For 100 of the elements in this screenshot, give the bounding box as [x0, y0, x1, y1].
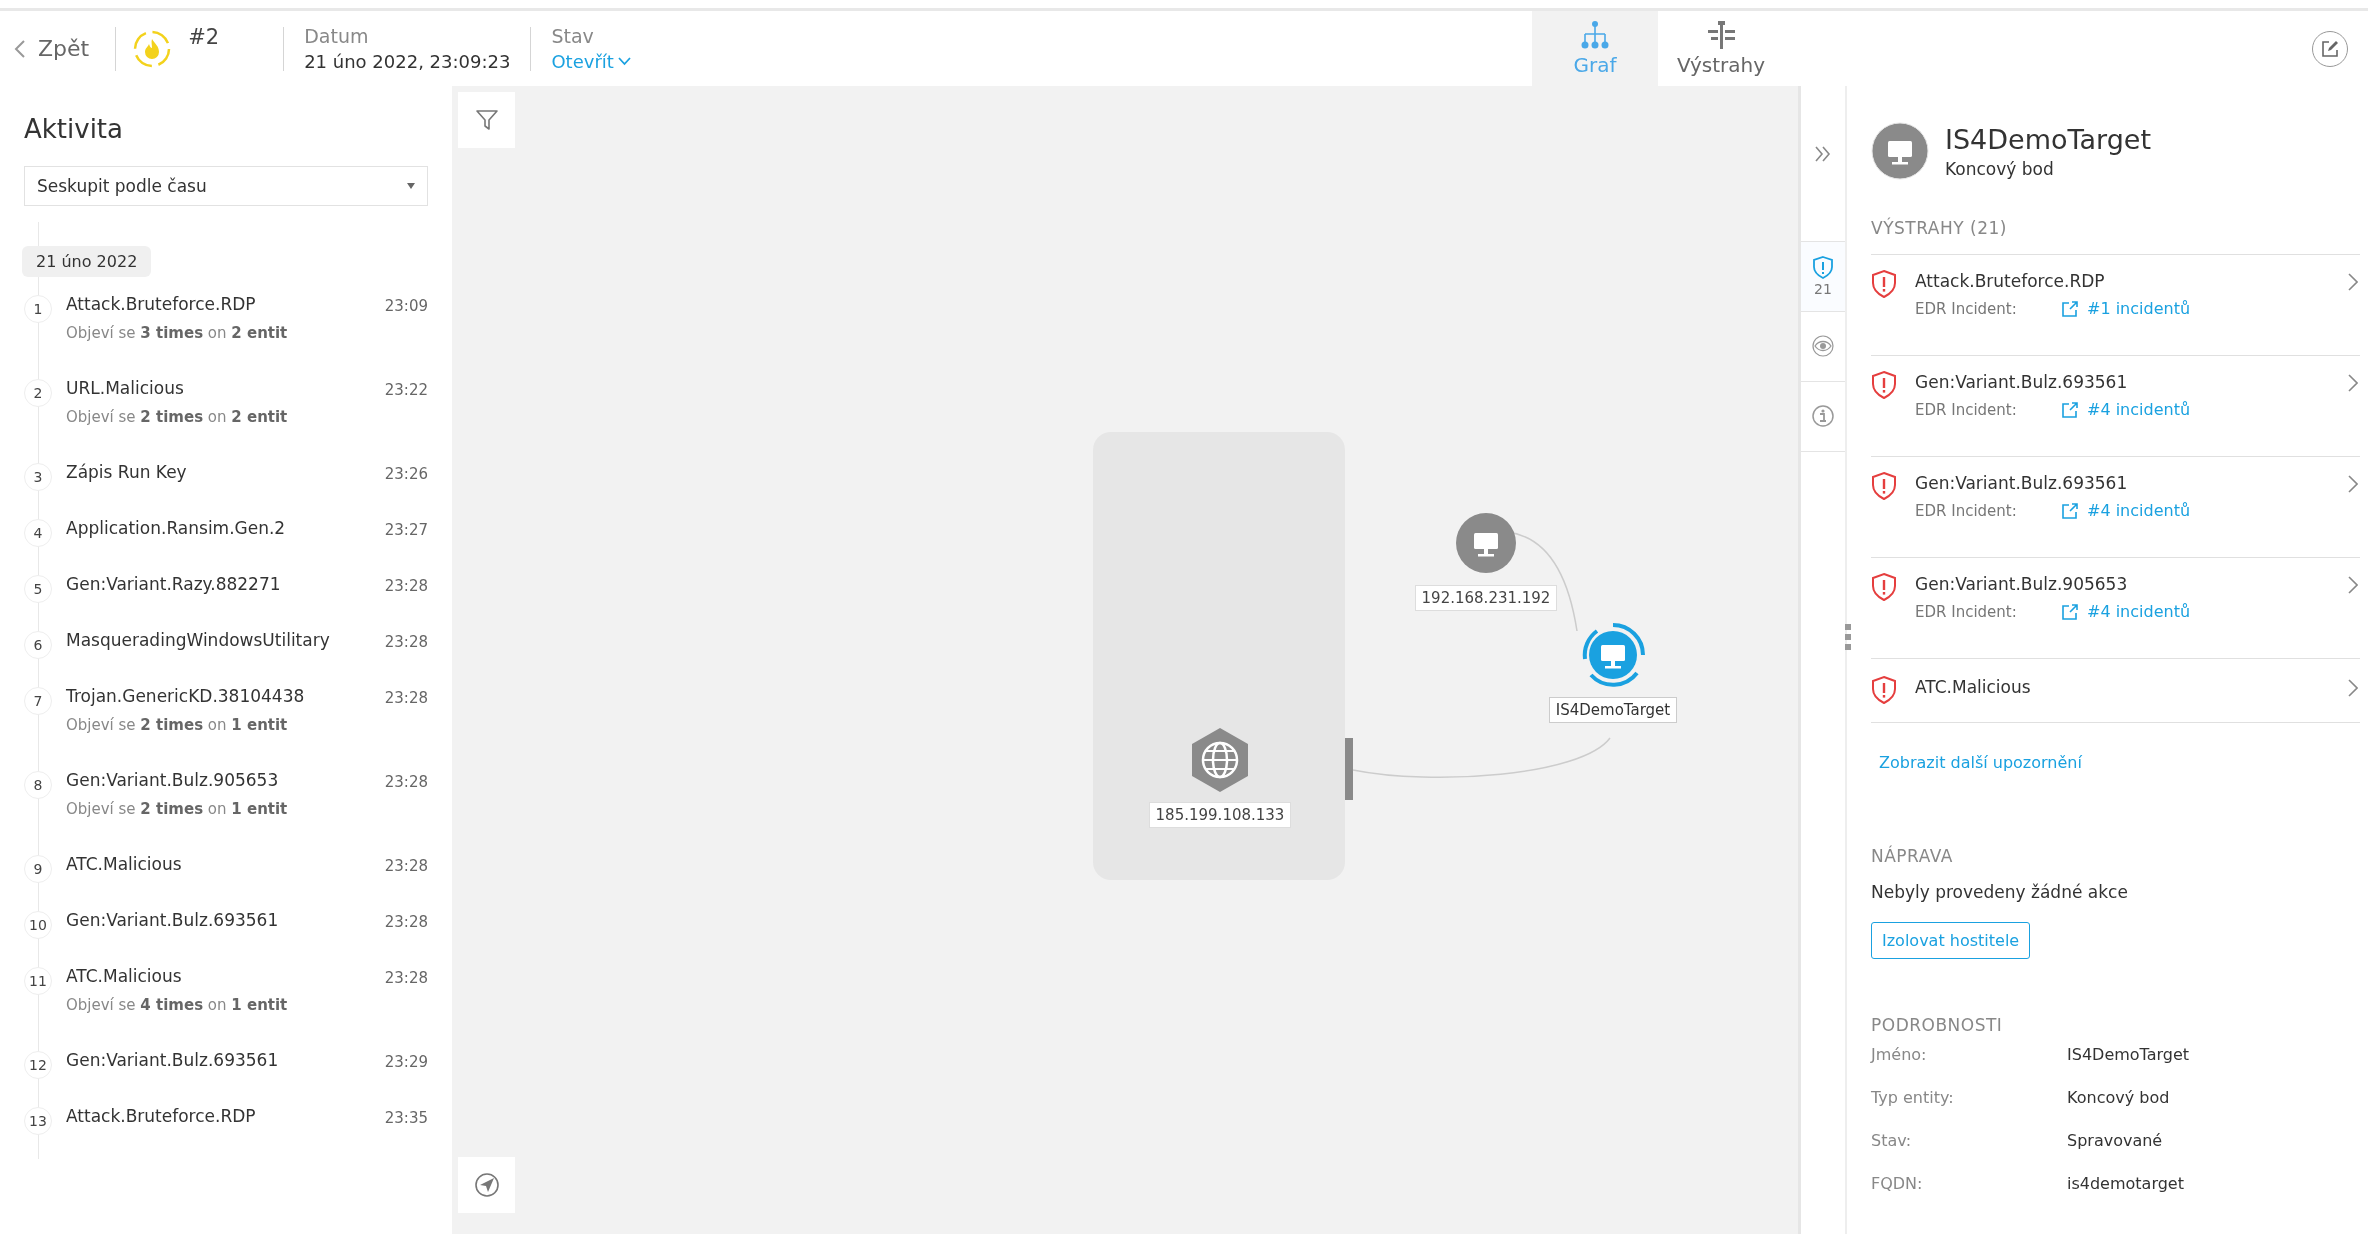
external-link-icon — [2061, 400, 2079, 419]
external-link-icon — [2061, 299, 2079, 318]
step-number: 1 — [24, 295, 52, 323]
detail-value: Spravované — [2067, 1131, 2164, 1150]
activity-time: 23:28 — [384, 632, 428, 653]
activity-name[interactable]: Application.Ransim.Gen.2 — [66, 515, 371, 541]
alert-name: Gen:Variant.Bulz.693561 — [1915, 371, 2129, 394]
detail-label: Typ entity: — [1871, 1088, 1955, 1107]
incident-number: #2 — [188, 25, 220, 49]
activity-time: 23:28 — [384, 968, 428, 989]
alert-shield-icon — [1871, 572, 1897, 602]
chevron-right-icon — [2348, 374, 2358, 392]
entity-type: Koncový bod — [1945, 158, 2055, 179]
section-heading: VÝSTRAHY (21) — [1871, 218, 2008, 238]
activity-time: 23:26 — [384, 464, 428, 485]
activity-time: 23:29 — [384, 1052, 428, 1073]
activity-name[interactable]: Attack.Bruteforce.RDP — [66, 291, 371, 317]
alert-shield-icon — [1871, 370, 1897, 400]
activity-time: 23:09 — [384, 296, 428, 317]
activity-name[interactable]: ATC.Malicious — [66, 851, 371, 877]
alert-name: Gen:Variant.Bulz.693561 — [1915, 472, 2129, 495]
activity-name[interactable]: Trojan.GenericKD.38104438 — [66, 683, 371, 709]
step-number: 4 — [24, 519, 52, 547]
eye-icon — [1812, 335, 1834, 358]
back-button[interactable]: Zpět — [14, 26, 102, 71]
endpoint-avatar-icon — [1871, 122, 1929, 180]
external-link-icon — [2061, 602, 2079, 621]
group-by-dropdown[interactable]: Seskupit podle času — [24, 166, 428, 206]
chevron-right-icon — [2348, 475, 2358, 493]
caret-icon — [407, 183, 415, 189]
date-label: Datum — [304, 25, 370, 47]
chevron-right-icon — [2348, 576, 2358, 594]
status-label: Stav — [551, 25, 595, 47]
activity-detail: Objeví se 2 times on 1 entit — [66, 799, 289, 819]
activity-time: 23:28 — [384, 576, 428, 597]
detail-label: Jméno: — [1871, 1045, 1928, 1064]
alert-name: ATC.Malicious — [1915, 676, 2032, 699]
step-number: 3 — [24, 463, 52, 491]
detail-label: Stav: — [1871, 1131, 1913, 1150]
activity-name[interactable]: Gen:Variant.Bulz.693561 — [66, 907, 371, 933]
detail-value: Koncový bod — [2067, 1088, 2171, 1107]
connector-handle — [1345, 738, 1353, 800]
activity-time: 23:22 — [384, 380, 428, 401]
date-value: 21 úno 2022, 23:09:23 — [304, 51, 511, 72]
section-heading: NÁPRAVA — [1871, 846, 1954, 866]
activity-name[interactable]: Attack.Bruteforce.RDP — [66, 1103, 371, 1129]
alert-row[interactable]: ATC.Malicious — [1871, 659, 2360, 723]
node-label: 192.168.231.192 — [1414, 585, 1558, 611]
activity-time: 23:28 — [384, 688, 428, 709]
resize-handle — [1845, 624, 1851, 650]
step-number: 8 — [24, 771, 52, 799]
incident-label: EDR Incident: — [1915, 602, 2018, 621]
external-link-icon — [2061, 501, 2079, 520]
compass-icon — [473, 1172, 500, 1198]
hierarchy-icon — [1579, 20, 1611, 50]
chevron-left-icon — [14, 38, 26, 59]
detail-label: FQDN: — [1871, 1174, 1924, 1193]
navigate-button[interactable] — [458, 1157, 515, 1213]
activity-name[interactable]: URL.Malicious — [66, 375, 371, 401]
step-number: 9 — [24, 855, 52, 883]
activity-time: 23:28 — [384, 912, 428, 933]
activity-time: 23:28 — [384, 772, 428, 793]
alert-row[interactable]: Gen:Variant.Bulz.693561 EDR Incident: #4 incidentů — [1871, 457, 2360, 558]
activity-detail: Objeví se 3 times on 2 entit — [66, 323, 289, 343]
view-tab[interactable]: Výstrahy — [1658, 11, 1784, 86]
step-number: 11 — [24, 967, 52, 995]
activity-name[interactable]: Zápis Run Key — [66, 459, 371, 485]
date-chip: 21 úno 2022 — [22, 246, 152, 277]
info-icon — [1812, 405, 1834, 428]
remediation-text: Nebyly provedeny žádné akce — [1871, 882, 2129, 902]
activity-detail: Objeví se 2 times on 1 entit — [66, 715, 289, 735]
alert-shield-icon — [1871, 675, 1897, 705]
step-number: 2 — [24, 379, 52, 407]
alert-shield-icon — [1871, 269, 1897, 299]
incident-label: EDR Incident: — [1915, 400, 2018, 419]
node-label: IS4DemoTarget — [1548, 697, 1678, 723]
activity-name[interactable]: ATC.Malicious — [66, 963, 371, 989]
alert-row[interactable]: Gen:Variant.Bulz.693561 EDR Incident: #4 incidentů — [1871, 356, 2360, 457]
alert-row[interactable]: Attack.Bruteforce.RDP EDR Incident: #1 incidentů — [1871, 255, 2360, 356]
side-tab[interactable]: 21 — [1801, 242, 1845, 312]
detail-value: IS4DemoTarget — [2067, 1045, 2191, 1064]
activity-name[interactable]: Gen:Variant.Bulz.905653 — [66, 767, 371, 793]
chevron-right-icon — [2348, 679, 2358, 697]
alert-row[interactable]: Gen:Variant.Bulz.905653 EDR Incident: #4 incidentů — [1871, 558, 2360, 659]
node-label: 185.199.108.133 — [1148, 802, 1292, 828]
incident-label: EDR Incident: — [1915, 299, 2018, 318]
activity-name[interactable]: Gen:Variant.Bulz.693561 — [66, 1047, 371, 1073]
incident-label: EDR Incident: — [1915, 501, 2018, 520]
activity-name[interactable]: MasqueradingWindowsUtilitary — [66, 627, 371, 653]
section-heading: PODROBNOSTI — [1871, 1015, 2004, 1035]
panel-title: Aktivita — [24, 114, 124, 144]
activity-detail: Objeví se 4 times on 1 entit — [66, 995, 289, 1015]
activity-name[interactable]: Gen:Variant.Razy.882271 — [66, 571, 371, 597]
alert-shield-icon — [1871, 471, 1897, 501]
entity-name: IS4DemoTarget — [1945, 123, 2152, 155]
shield-icon — [1812, 256, 1834, 279]
filter-icon — [474, 108, 499, 132]
edit-icon — [2320, 38, 2340, 59]
chevron-right-icon — [2348, 273, 2358, 291]
filter-button[interactable] — [458, 92, 515, 148]
